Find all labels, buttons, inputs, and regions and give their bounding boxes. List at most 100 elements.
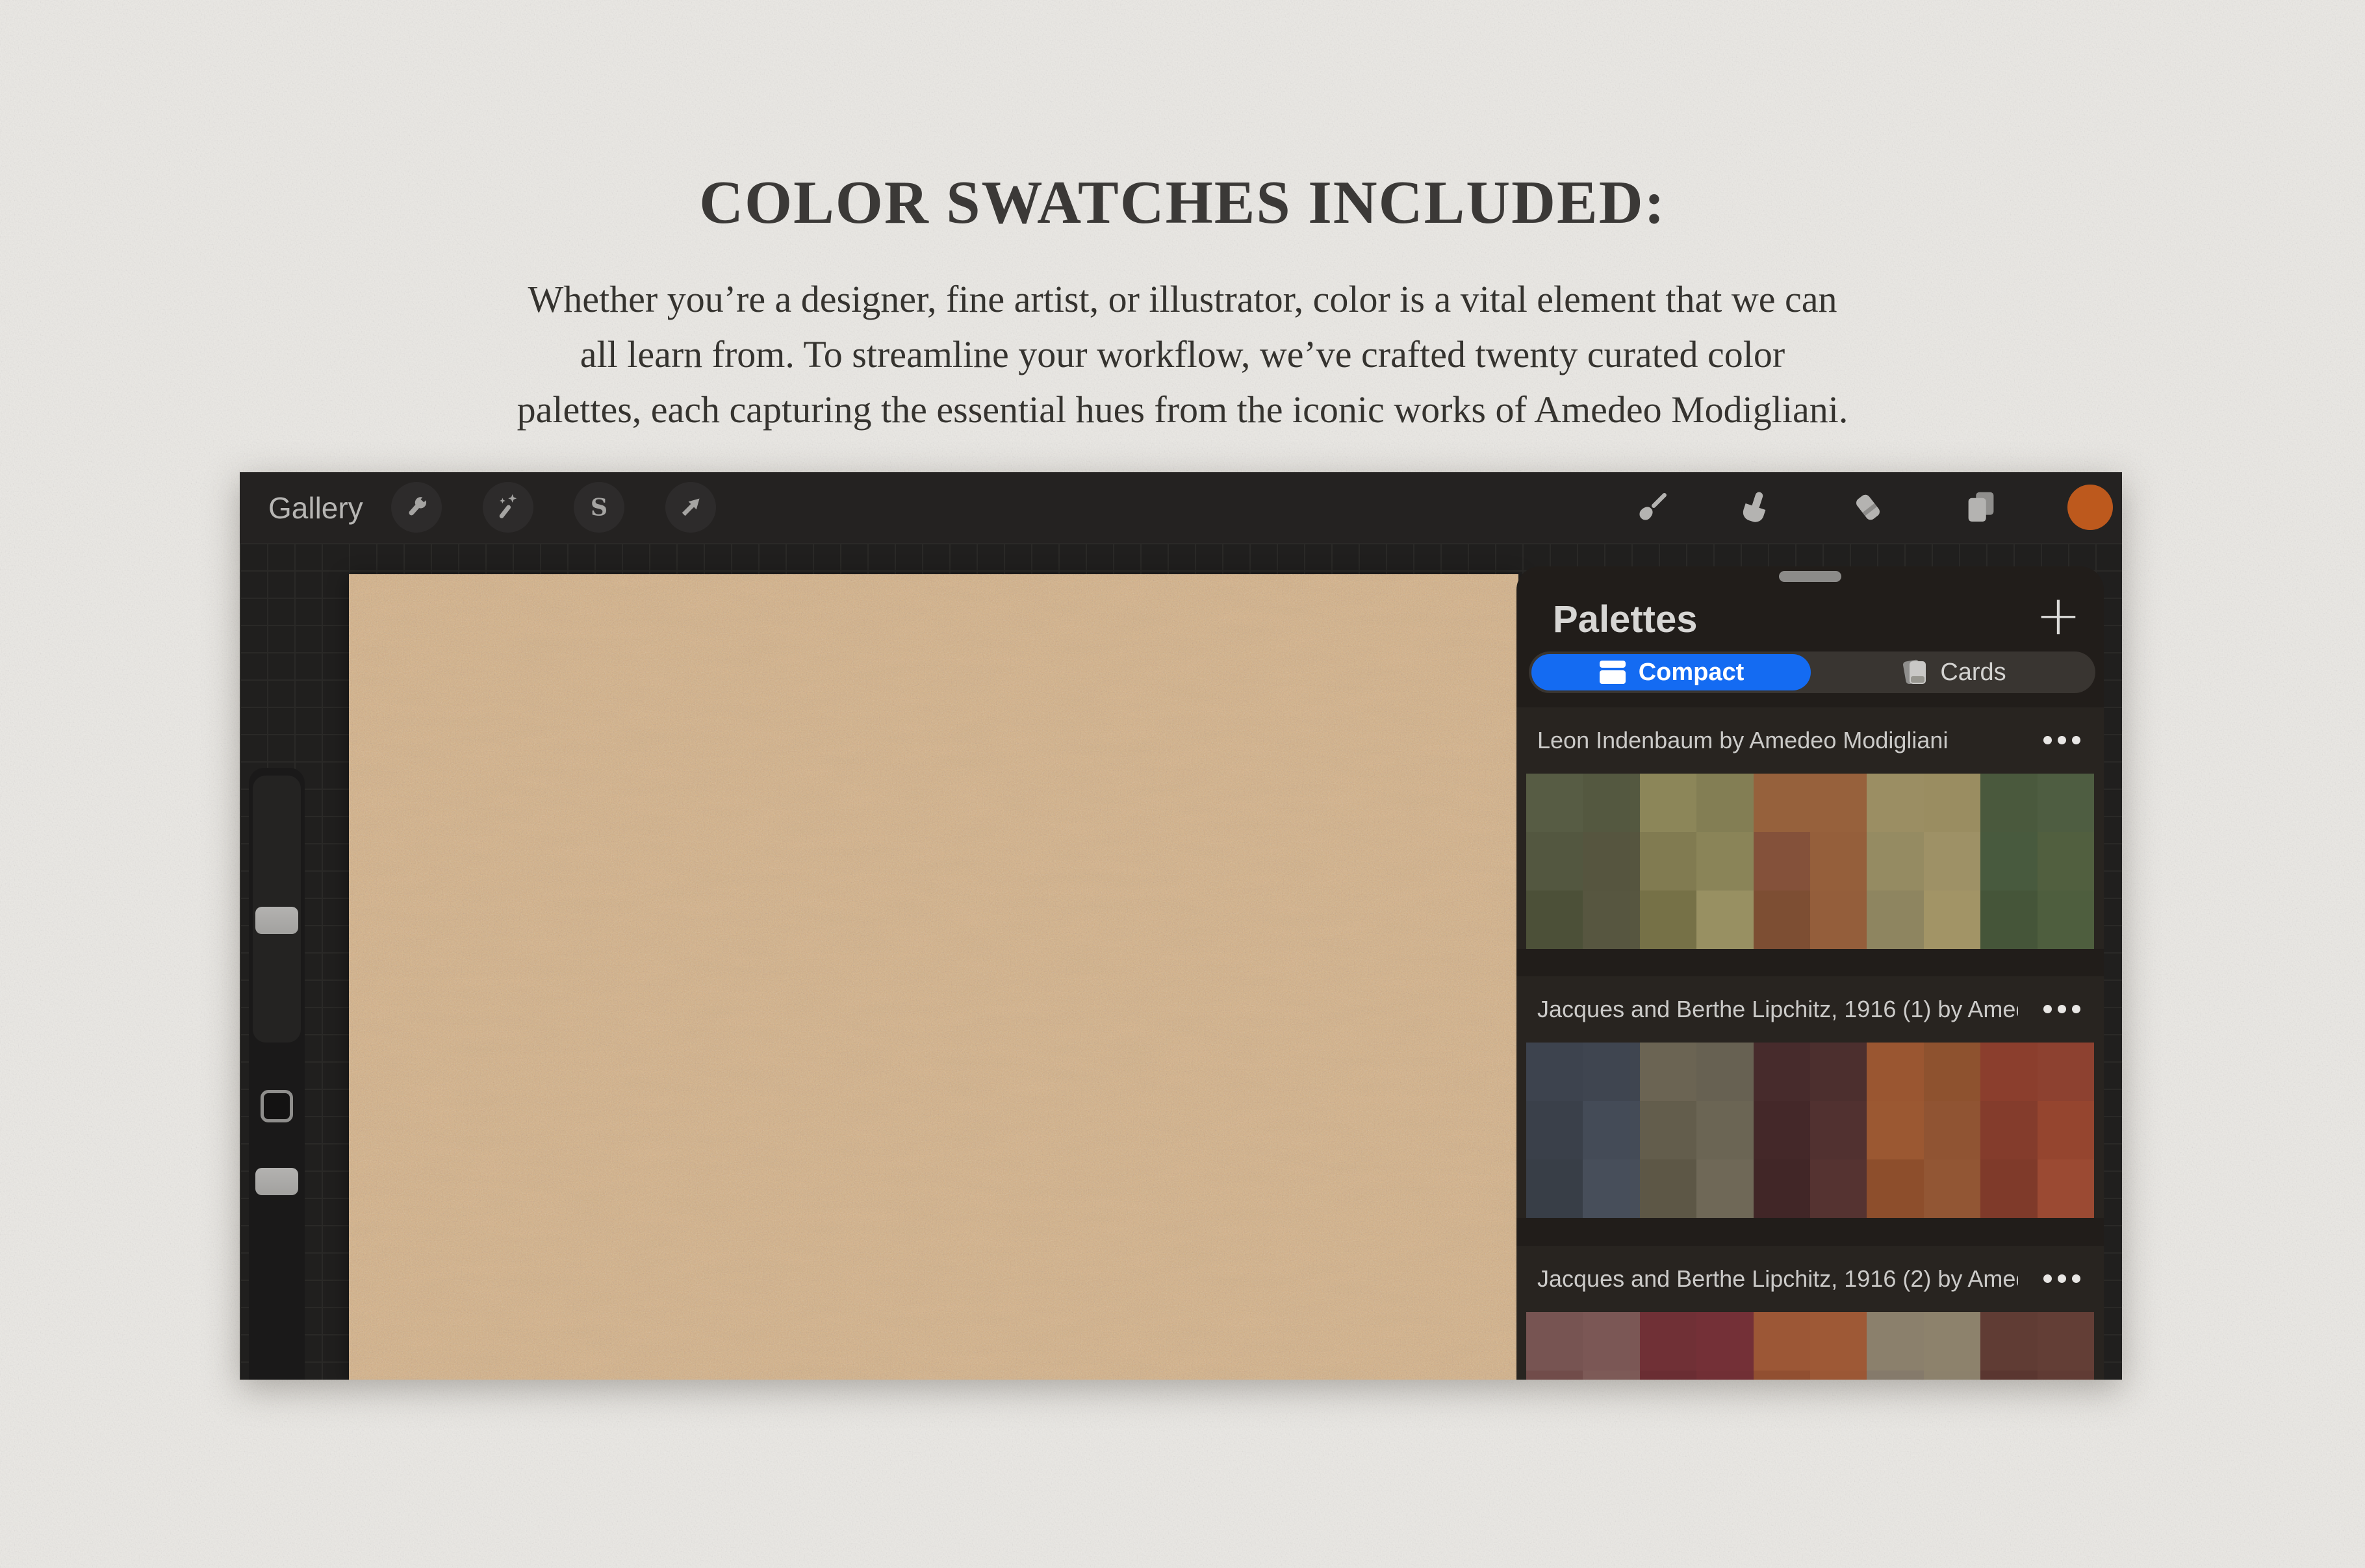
palette-options-button[interactable] [2043,1005,2080,1013]
swatch[interactable] [1526,1043,1583,1101]
brush-size-slider-handle[interactable] [255,907,298,934]
swatch[interactable] [1583,1312,1639,1371]
swatch[interactable] [1980,1043,2037,1101]
swatch[interactable] [2038,1101,2094,1159]
swatch[interactable] [1640,1101,1696,1159]
swatch[interactable] [1526,1371,1583,1380]
swatch[interactable] [2038,891,2094,949]
swatch[interactable] [1583,1159,1639,1218]
swatch[interactable] [1583,774,1639,832]
swatch[interactable] [1867,1101,1923,1159]
swatch[interactable] [1924,1043,1980,1101]
swatch[interactable] [1754,1159,1810,1218]
swatch[interactable] [1754,1371,1810,1380]
swatch[interactable] [1526,1312,1583,1371]
swatch[interactable] [1924,1371,1980,1380]
actions-button[interactable] [391,482,442,533]
layers-button[interactable] [1960,487,2002,528]
swatch[interactable] [1810,891,1867,949]
swatch[interactable] [1640,1371,1696,1380]
swatch[interactable] [1810,1371,1867,1380]
swatch[interactable] [1640,774,1696,832]
swatch[interactable] [1583,1371,1639,1380]
swatch[interactable] [1583,891,1639,949]
swatch[interactable] [1526,832,1583,891]
gallery-button[interactable]: Gallery [268,472,363,543]
active-color-swatch[interactable] [2067,485,2113,530]
swatch[interactable] [1924,1312,1980,1371]
swatch[interactable] [1980,891,2037,949]
swatch[interactable] [1696,1371,1753,1380]
swatch[interactable] [1980,1159,2037,1218]
swatch[interactable] [1696,1101,1753,1159]
swatch[interactable] [1980,1101,2037,1159]
swatch[interactable] [1867,1371,1923,1380]
swatch[interactable] [1867,832,1923,891]
swatch[interactable] [1696,774,1753,832]
swatch[interactable] [1867,1312,1923,1371]
swatch[interactable] [1810,1101,1867,1159]
swatch[interactable] [1696,891,1753,949]
swatch[interactable] [1810,774,1867,832]
swatch[interactable] [1924,891,1980,949]
swatch[interactable] [1924,1101,1980,1159]
swatch[interactable] [1526,1159,1583,1218]
swatch[interactable] [1640,891,1696,949]
panel-drag-handle[interactable] [1779,571,1841,582]
swatch[interactable] [1526,1101,1583,1159]
swatch[interactable] [1924,774,1980,832]
swatch[interactable] [1810,1043,1867,1101]
add-palette-button[interactable]: + [2035,590,2082,640]
swatch[interactable] [1924,1159,1980,1218]
swatch[interactable] [1867,1043,1923,1101]
compact-tab[interactable]: Compact [1531,654,1811,690]
canvas[interactable] [349,574,1518,1380]
palette-options-button[interactable] [2043,736,2080,744]
swatch[interactable] [2038,832,2094,891]
swatch[interactable] [1867,1159,1923,1218]
selection-button[interactable]: S [574,482,624,533]
swatch[interactable] [1754,1043,1810,1101]
modify-button[interactable] [261,1090,293,1122]
swatch[interactable] [1867,891,1923,949]
swatch[interactable] [2038,1159,2094,1218]
swatch[interactable] [1526,891,1583,949]
smudge-button[interactable] [1734,487,1776,528]
swatch[interactable] [2038,1371,2094,1380]
swatch[interactable] [2038,1312,2094,1371]
swatch[interactable] [2038,774,2094,832]
swatch[interactable] [1810,1312,1867,1371]
swatch[interactable] [1583,832,1639,891]
palette-options-button[interactable] [2043,1274,2080,1283]
swatch[interactable] [1696,832,1753,891]
swatch[interactable] [1526,774,1583,832]
swatch[interactable] [1980,832,2037,891]
adjustments-button[interactable] [483,482,533,533]
swatch[interactable] [1754,832,1810,891]
swatch[interactable] [1696,1159,1753,1218]
swatch[interactable] [1810,832,1867,891]
transform-button[interactable] [665,482,716,533]
swatch[interactable] [1640,1043,1696,1101]
swatch[interactable] [1924,832,1980,891]
swatch[interactable] [1583,1043,1639,1101]
cards-tab[interactable]: Cards [1811,651,2095,693]
swatch[interactable] [1696,1312,1753,1371]
swatch[interactable] [1980,1371,2037,1380]
swatch[interactable] [1754,1312,1810,1371]
swatch[interactable] [1980,1312,2037,1371]
swatch[interactable] [2038,1043,2094,1101]
swatch[interactable] [1754,774,1810,832]
swatch[interactable] [1583,1101,1639,1159]
swatch[interactable] [1867,774,1923,832]
swatch[interactable] [1810,1159,1867,1218]
swatch[interactable] [1640,1159,1696,1218]
swatch[interactable] [1980,774,2037,832]
swatch[interactable] [1754,1101,1810,1159]
swatch[interactable] [1696,1043,1753,1101]
brush-button[interactable] [1631,487,1673,528]
brush-opacity-slider-handle[interactable] [255,1168,298,1195]
swatch[interactable] [1640,832,1696,891]
swatch[interactable] [1754,891,1810,949]
swatch[interactable] [1640,1312,1696,1371]
